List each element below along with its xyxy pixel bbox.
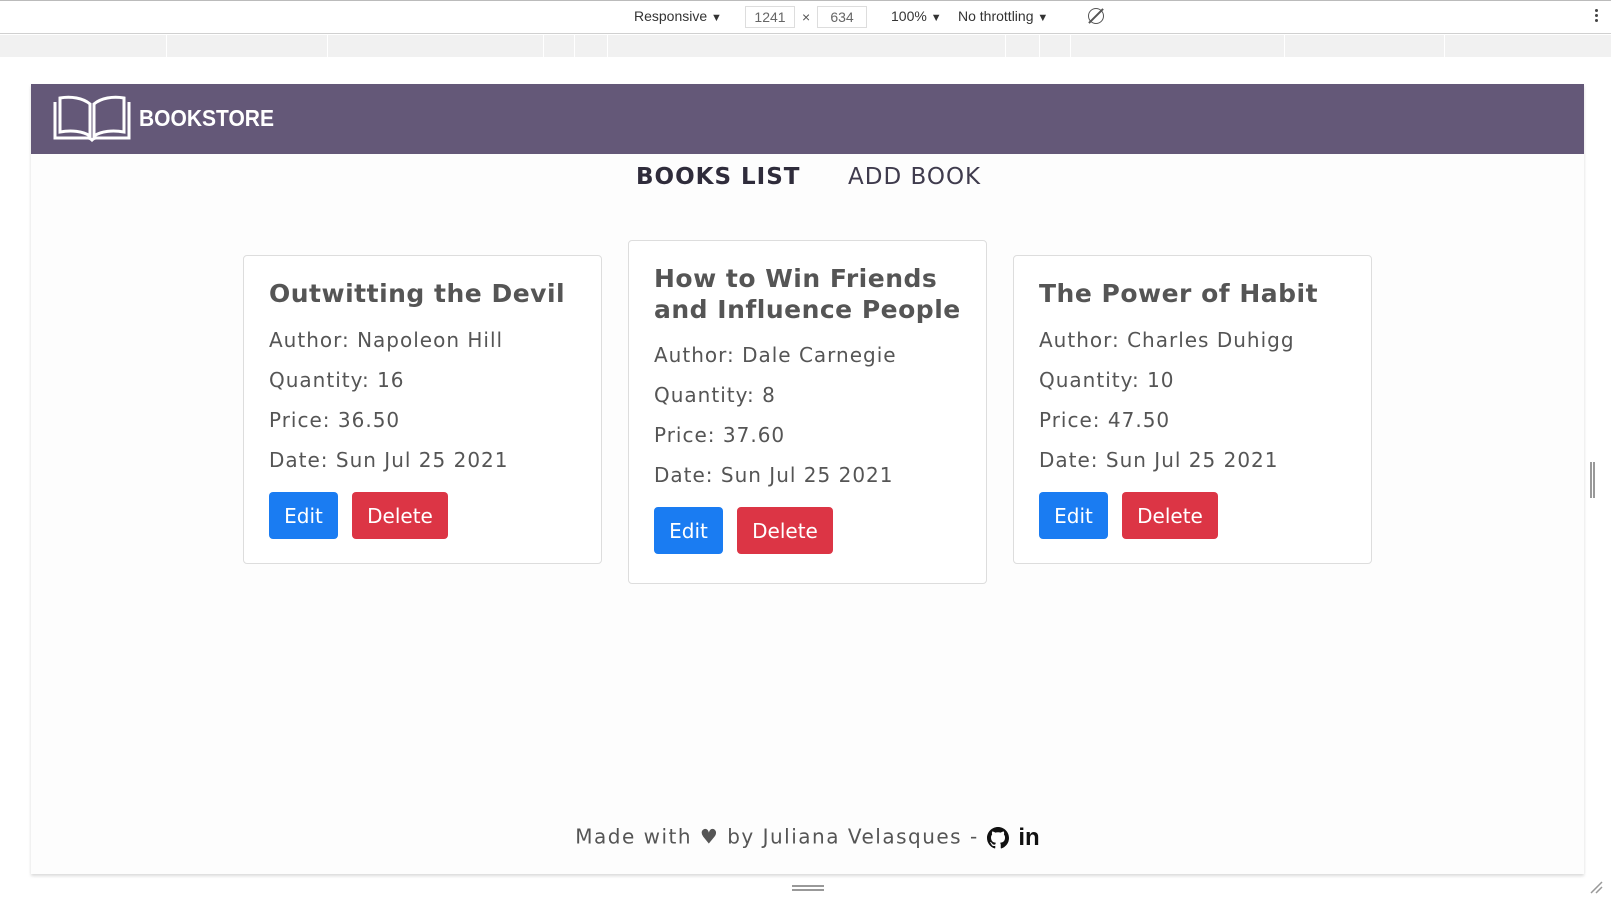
corner-resize-icon[interactable] [1589, 880, 1603, 894]
book-date: Date: Sun Jul 25 2021 [1039, 448, 1279, 472]
open-book-icon[interactable] [51, 94, 133, 144]
footer: Made with ♥ by Juliana Velasques - in [31, 824, 1584, 852]
zoom-select[interactable]: 100% ▼ [891, 8, 942, 24]
book-quantity: Quantity: 10 [1039, 368, 1175, 392]
brand-name[interactable]: BOOKSTORE [139, 106, 274, 132]
book-date: Date: Sun Jul 25 2021 [654, 463, 894, 487]
edit-button[interactable]: Edit [269, 492, 338, 539]
device-select[interactable]: Responsive ▼ [634, 8, 722, 24]
throttling-select[interactable]: No throttling ▼ [958, 8, 1048, 24]
width-input[interactable]: 1241 [745, 6, 795, 28]
rotate-icon[interactable] [1088, 8, 1104, 24]
book-card: The Power of Habit Author: Charles Duhig… [1013, 255, 1372, 564]
media-query-ruler [0, 35, 1611, 57]
more-options-icon[interactable] [1595, 7, 1599, 24]
delete-button[interactable]: Delete [737, 507, 833, 554]
page-viewport: BOOKSTORE BOOKS LIST ADD BOOK Outwitting… [31, 84, 1584, 874]
book-quantity: Quantity: 8 [654, 383, 776, 407]
throttling-dropdown-icon: ▼ [1037, 12, 1049, 24]
zoom-dropdown-icon: ▼ [930, 12, 942, 24]
book-author: Author: Charles Duhigg [1039, 328, 1295, 352]
book-date: Date: Sun Jul 25 2021 [269, 448, 509, 472]
book-card: How to Win Friends and Influence People … [628, 240, 987, 584]
device-dropdown-icon: ▼ [711, 12, 722, 24]
zoom-label: 100% [891, 8, 927, 24]
delete-button[interactable]: Delete [352, 492, 448, 539]
book-author: Author: Dale Carnegie [654, 343, 897, 367]
book-card: Outwitting the Devil Author: Napoleon Hi… [243, 255, 602, 564]
dimension-separator: × [802, 9, 811, 25]
book-price: Price: 37.60 [654, 423, 786, 447]
delete-button[interactable]: Delete [1122, 492, 1218, 539]
height-input[interactable]: 634 [817, 6, 867, 28]
bottom-resize-handle[interactable] [792, 885, 824, 891]
right-resize-handle[interactable] [1590, 462, 1595, 498]
book-title: The Power of Habit [1039, 279, 1319, 308]
app-header: BOOKSTORE [31, 84, 1584, 154]
github-icon[interactable] [986, 827, 1009, 849]
edit-button[interactable]: Edit [654, 507, 723, 554]
book-title: Outwitting the Devil [269, 279, 566, 308]
book-quantity: Quantity: 16 [269, 368, 405, 392]
linkedin-icon[interactable]: in [1018, 824, 1039, 852]
book-author: Author: Napoleon Hill [269, 328, 504, 352]
footer-text: Made with ♥ by Juliana Velasques - [575, 824, 987, 849]
throttling-label: No throttling [958, 8, 1034, 24]
devtools-toolbar: Responsive ▼ 1241 × 634 100% ▼ No thrott… [0, 0, 1611, 34]
book-price: Price: 47.50 [1039, 408, 1171, 432]
edit-button[interactable]: Edit [1039, 492, 1108, 539]
nav-books-list[interactable]: BOOKS LIST [636, 164, 801, 190]
book-price: Price: 36.50 [269, 408, 401, 432]
device-label: Responsive [634, 8, 708, 24]
nav-add-book[interactable]: ADD BOOK [848, 164, 981, 190]
book-title: How to Win Friends and Influence People [654, 264, 961, 324]
